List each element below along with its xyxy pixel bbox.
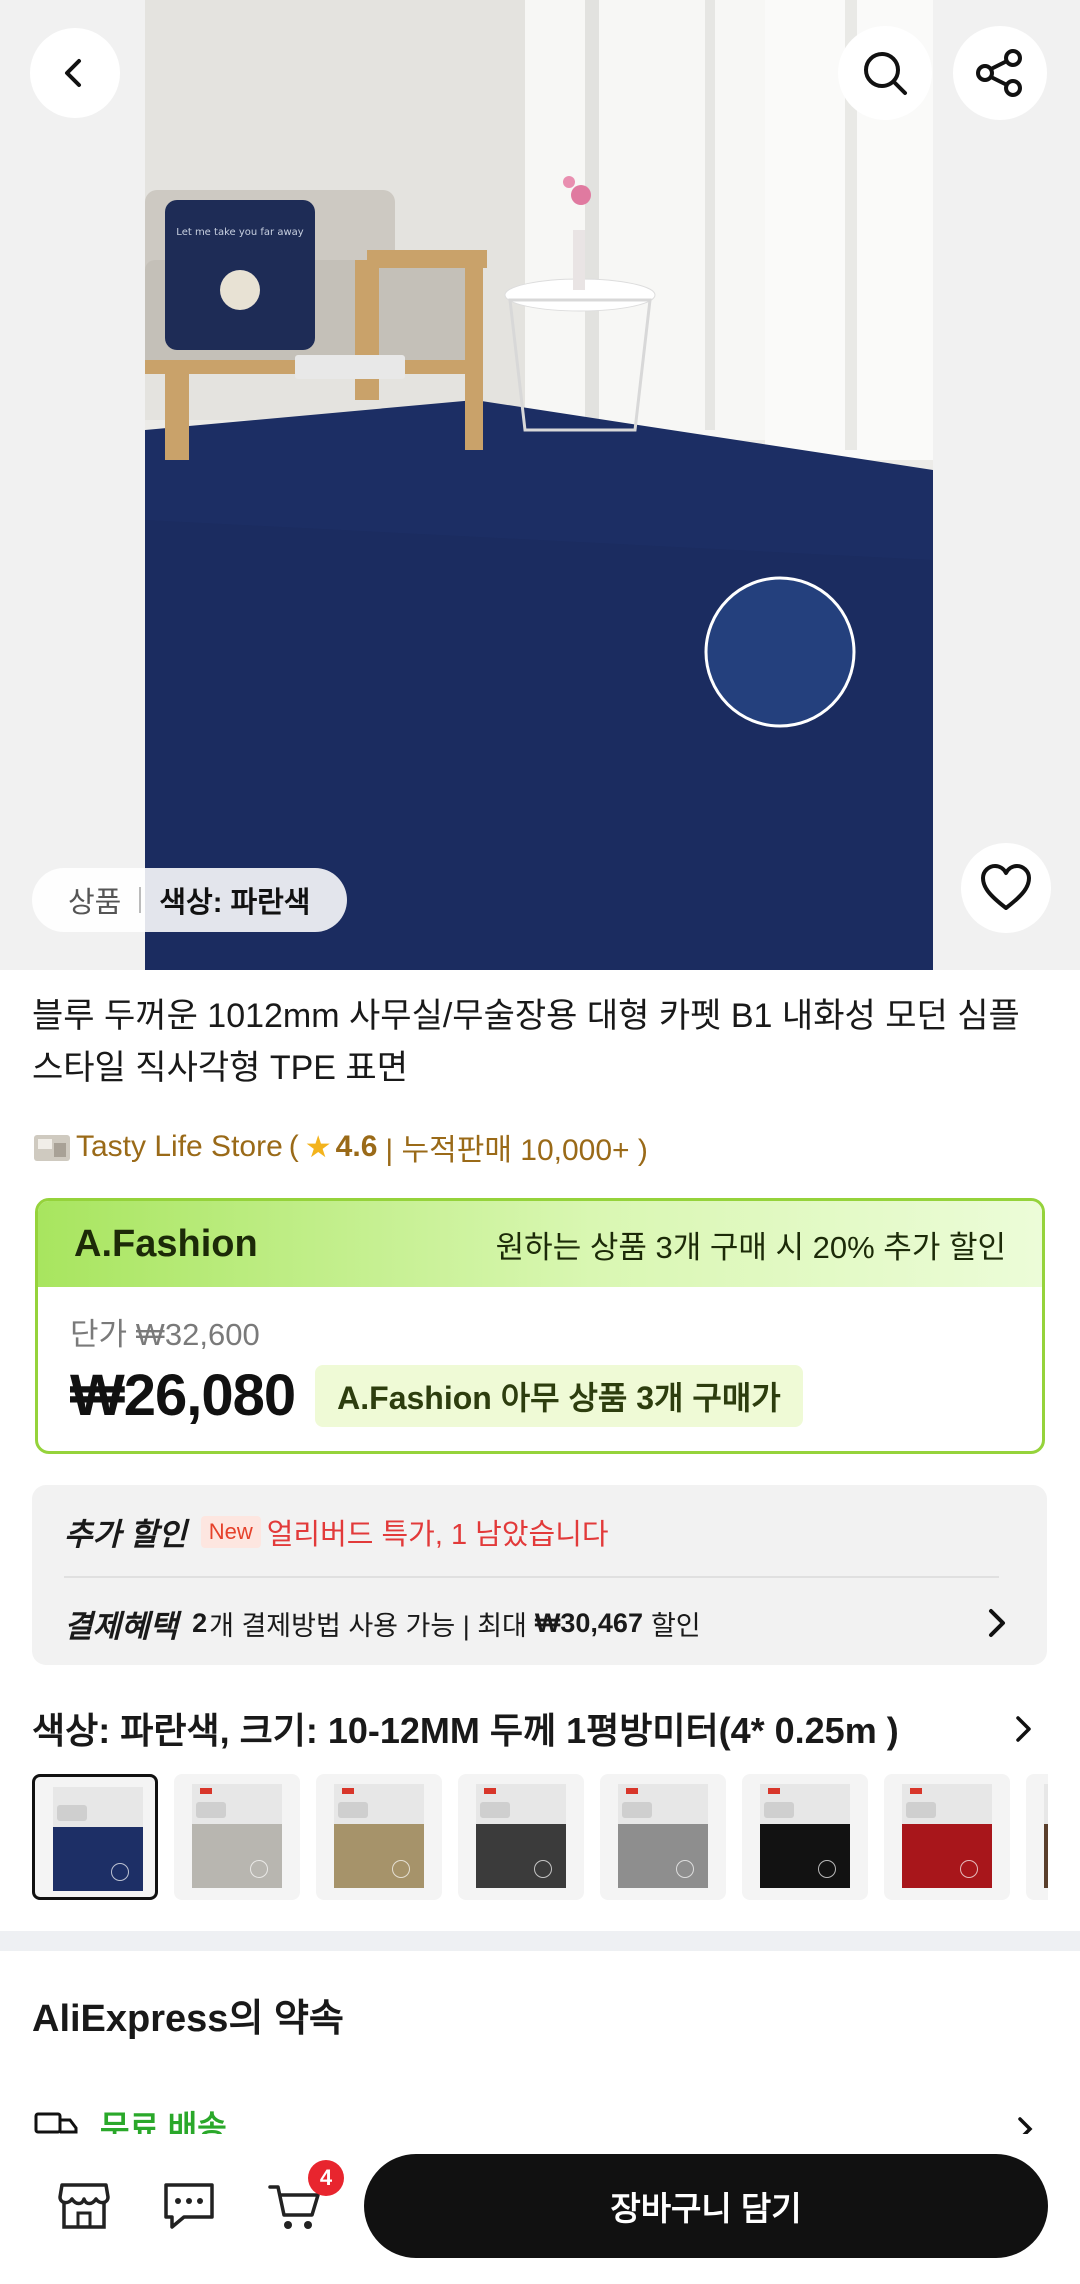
fashion-promo: 원하는 상품 3개 구매 시 20% 추가 할인 xyxy=(495,1229,1006,1265)
star-icon: ★ xyxy=(304,1130,332,1164)
selected-variant-label[interactable]: 색상: 파란색, 크기: 10-12MM 두께 1평방미터(4* 0.25m ) xyxy=(32,1702,899,1754)
swatch-thumbnail xyxy=(902,1784,992,1888)
fashion-deal-box[interactable]: A.Fashion 원하는 상품 3개 구매 시 20% 추가 할인 단가 ₩3… xyxy=(35,1198,1045,1454)
store-rating: 4.6 xyxy=(335,1130,378,1163)
benefits-divider xyxy=(64,1576,999,1578)
store-name: Tasty Life Store xyxy=(76,1130,283,1163)
color-swatch[interactable] xyxy=(1026,1774,1048,1900)
chat-icon xyxy=(164,2183,214,2229)
swatch-thumbnail xyxy=(1044,1784,1048,1888)
share-button[interactable] xyxy=(953,26,1047,120)
new-badge: New xyxy=(200,1515,261,1548)
store-paren: ( xyxy=(288,1130,299,1163)
pillow-text: Let me take you far away xyxy=(176,227,303,238)
deal-price-tag: A.Fashion 아무 상품 3개 구매가 xyxy=(315,1364,803,1427)
payment-method-count: 2 xyxy=(192,1608,208,1638)
search-button[interactable] xyxy=(838,26,932,120)
promise-title: AliExpress의 약속 xyxy=(32,1998,344,2040)
chat-button[interactable] xyxy=(157,2174,221,2238)
color-swatch[interactable] xyxy=(316,1774,442,1900)
color-swatch[interactable] xyxy=(884,1774,1010,1900)
swatch-thumbnail xyxy=(476,1784,566,1888)
chevron-left-icon xyxy=(65,59,81,87)
color-swatch[interactable] xyxy=(458,1774,584,1900)
swatch-thumbnail xyxy=(192,1784,282,1888)
add-to-cart-button[interactable]: 장바구니 담기 xyxy=(364,2154,1048,2258)
fashion-deal-header: A.Fashion 원하는 상품 3개 구매 시 20% 추가 할인 xyxy=(38,1201,1042,1287)
chip-product-label: 상품 xyxy=(68,887,122,919)
unit-price: 단가 ₩32,600 xyxy=(70,1317,260,1352)
store-link[interactable]: Tasty Life Store ( ★ 4.6 | 누적판매 10,000+ … xyxy=(32,1125,648,1169)
wishlist-button[interactable] xyxy=(961,843,1051,933)
cart-count-badge: 4 xyxy=(308,2160,344,2196)
color-swatch[interactable] xyxy=(600,1774,726,1900)
payment-benefit-suffix: 할인 xyxy=(650,1611,701,1641)
store-button[interactable] xyxy=(52,2174,116,2238)
extra-discount-row[interactable]: 추가 할인 New 얼리버드 특가, 1 남았습니다 xyxy=(64,1509,609,1554)
product-photo[interactable]: Let me take you far away xyxy=(145,0,933,970)
product-title: 블루 두꺼운 1012mm 사무실/무술장용 대형 카펫 B1 내화성 모던 심… xyxy=(32,997,1020,1087)
chevron-right-icon[interactable] xyxy=(985,1605,1009,1641)
heart-icon xyxy=(981,864,1031,910)
section-divider xyxy=(0,1931,1080,1951)
payment-benefit-row[interactable]: 결제혜택 2 개 결제방법 사용 가능 | 최대 ₩30,467 할인 xyxy=(64,1601,701,1646)
color-swatch[interactable] xyxy=(174,1774,300,1900)
extra-discount-label: 추가 할인 xyxy=(64,1517,187,1552)
chip-divider xyxy=(139,887,142,913)
swatch-thumbnail xyxy=(618,1784,708,1888)
extra-discount-text: 얼리버드 특가, 1 남았습니다 xyxy=(266,1518,609,1551)
gallery-variant-chip[interactable]: 상품 색상: 파란색 xyxy=(32,868,347,932)
benefits-panel[interactable]: 추가 할인 New 얼리버드 특가, 1 남았습니다 결제혜택 2 개 결제방법… xyxy=(32,1485,1047,1665)
color-swatch[interactable] xyxy=(742,1774,868,1900)
share-icon xyxy=(976,49,1022,97)
chip-color-label: 색상: 파란색 xyxy=(159,887,311,919)
store-sales: | 누적판매 10,000+ ) xyxy=(385,1134,648,1167)
fashion-brand: A.Fashion xyxy=(74,1222,258,1265)
payment-benefit-amount: ₩30,467 xyxy=(534,1608,643,1638)
color-swatch[interactable] xyxy=(32,1774,158,1900)
swatch-thumbnail xyxy=(53,1787,143,1891)
back-button[interactable] xyxy=(30,28,120,118)
bottom-action-bar: 4 장바구니 담기 xyxy=(0,2134,1080,2284)
color-swatch-list xyxy=(32,1774,1048,1900)
chevron-right-icon[interactable] xyxy=(1013,1713,1035,1745)
swatch-thumbnail xyxy=(760,1784,850,1888)
product-image-gallery[interactable]: Let me take you far away 상품 색상: 파란색 xyxy=(0,0,1080,970)
payment-benefit-label: 결제혜택 xyxy=(64,1609,179,1644)
deal-price: ₩26,080 xyxy=(70,1363,296,1428)
store-thumbnail-icon xyxy=(34,1135,70,1161)
store-icon xyxy=(58,2183,110,2229)
payment-benefit-text: 개 결제방법 사용 가능 | 최대 xyxy=(209,1611,527,1641)
swatch-thumbnail xyxy=(334,1784,424,1888)
search-icon xyxy=(864,52,907,95)
